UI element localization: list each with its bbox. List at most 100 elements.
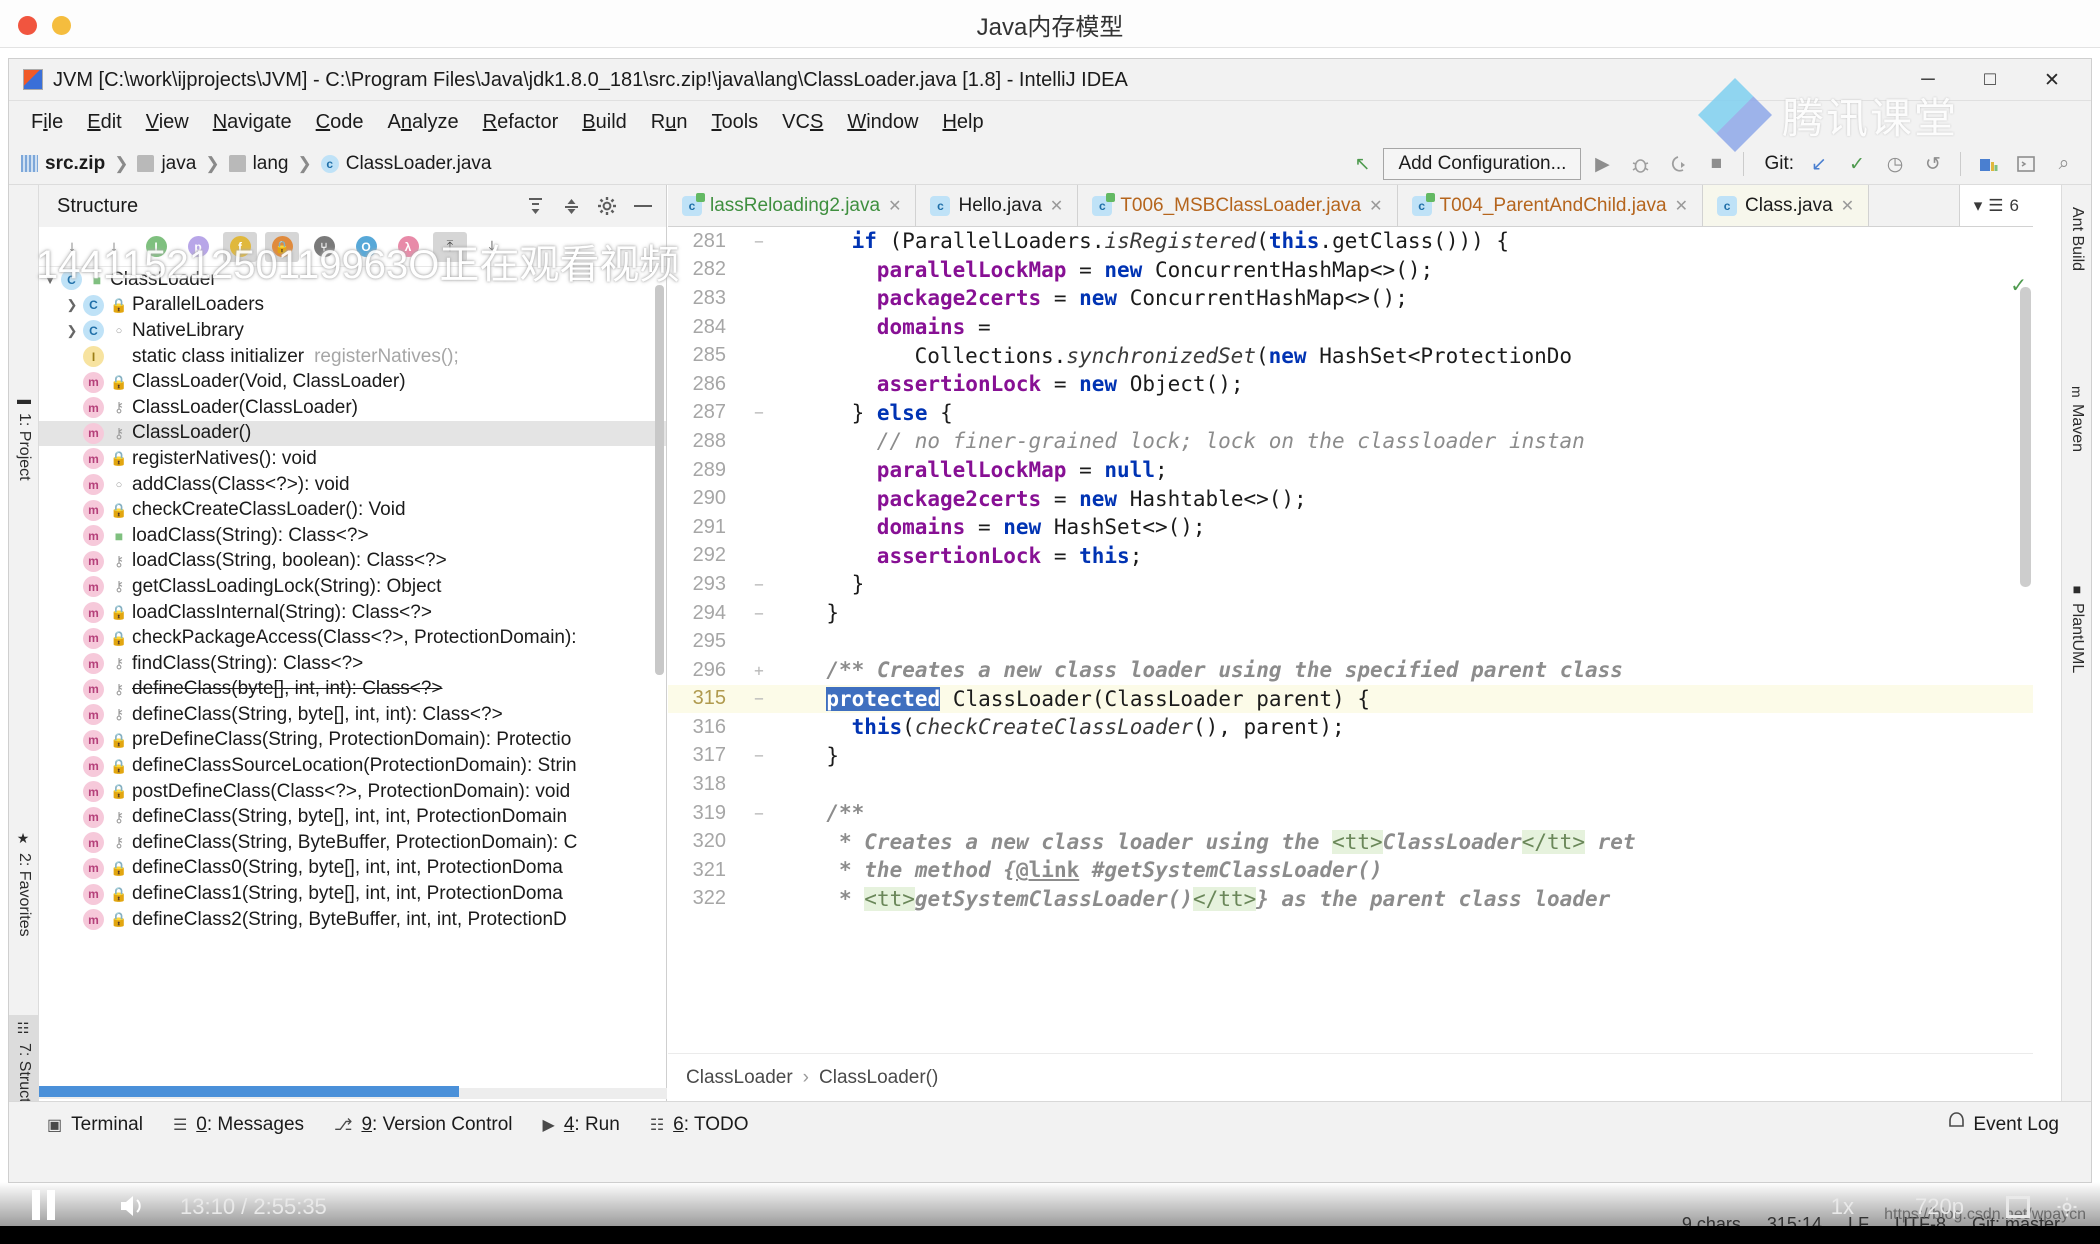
tool-window-button-6--todo[interactable]: ☷ 6: TODO (650, 1114, 749, 1136)
sort-alphabetically-icon[interactable]: ↓ (97, 232, 131, 262)
structure-tree-node[interactable]: m 🔒 preDefineClass(String, ProtectionDomai… (39, 728, 666, 754)
rail-button-1--project[interactable]: ▬ 1: Project (9, 385, 39, 487)
close-icon[interactable]: ✕ (1675, 196, 1688, 216)
search-icon[interactable]: ⌕ (2047, 147, 2081, 181)
menu-item-file[interactable]: File (19, 107, 75, 138)
git-commit-icon[interactable]: ✓ (1840, 147, 1874, 181)
sort-by-visibility-icon[interactable]: ↓ (55, 232, 89, 262)
fold-toggle-icon[interactable]: − (742, 689, 776, 708)
code-line[interactable]: 294−} (668, 599, 2033, 628)
video-quality[interactable]: 720p (1915, 1194, 1964, 1220)
fold-toggle-icon[interactable]: − (742, 575, 776, 594)
tool-window-button-4--run[interactable]: ▶ 4: Run (543, 1114, 620, 1136)
editor-tab-t006-msbclassloader-java[interactable]: c T006_MSBClassLoader.java ✕ (1078, 185, 1398, 226)
add-configuration-button[interactable]: Add Configuration... (1383, 148, 1582, 180)
stop-icon[interactable]: ■ (1699, 147, 1733, 181)
fold-toggle-icon[interactable]: − (742, 403, 776, 422)
code-line[interactable]: 315− protected ClassLoader(ClassLoader pa… (668, 684, 2033, 714)
rail-button-maven[interactable]: m Maven (2062, 380, 2091, 458)
git-rollback-icon[interactable]: ↺ (1916, 147, 1950, 181)
chevron-down-icon[interactable]: ▾ (1974, 196, 1983, 216)
structure-vertical-scrollbar[interactable] (655, 285, 664, 675)
tab-list-icon[interactable]: ☰ (1988, 196, 2003, 216)
autoscroll-from-source-icon[interactable]: ⤓ (475, 232, 509, 262)
structure-tree-node[interactable]: m 🔒 defineClass1(String, byte[], int, int,… (39, 881, 666, 907)
editor-scrollbar[interactable] (2020, 287, 2031, 587)
show-properties-icon[interactable]: p (181, 232, 215, 262)
structure-tree-node[interactable]: m 🔒 ClassLoader(Void, ClassLoader) (39, 369, 666, 395)
code-line[interactable]: 282 parallelLockMap = new ConcurrentHashM… (668, 256, 2033, 285)
show-non-public-icon[interactable]: 🔒 (265, 231, 299, 262)
menu-item-view[interactable]: View (134, 107, 201, 138)
editor-tab-class-java[interactable]: c Class.java ✕ (1703, 185, 1870, 226)
editor-breadcrumb-item[interactable]: ClassLoader (686, 1067, 793, 1089)
show-lambdas-icon[interactable]: λ (391, 232, 425, 262)
code-editor[interactable]: 281− if (ParallelLoaders.isRegistered(thi… (668, 227, 2033, 1053)
code-line[interactable]: 291 domains = new HashSet<>(); (668, 513, 2033, 542)
structure-horizontal-scrollbar[interactable] (39, 1086, 459, 1097)
menu-item-tools[interactable]: Tools (699, 107, 770, 138)
breadcrumb-item-lang[interactable]: lang (228, 153, 288, 175)
menu-item-help[interactable]: Help (930, 107, 995, 138)
breadcrumb-item-src-zip[interactable]: src.zip (21, 153, 105, 175)
code-line[interactable]: 322 * <tt>getSystemClassLoader()</tt>} as… (668, 885, 2033, 914)
structure-tree-node[interactable]: m ⚷ ClassLoader(ClassLoader) (39, 395, 666, 421)
code-line[interactable]: 319− /** (668, 799, 2033, 828)
close-icon[interactable]: ✕ (1369, 196, 1382, 216)
menu-item-window[interactable]: Window (835, 107, 930, 138)
code-line[interactable]: 284 domains = (668, 313, 2033, 342)
menu-item-edit[interactable]: Edit (75, 107, 133, 138)
hide-panel-icon[interactable] (630, 193, 656, 219)
gear-icon[interactable] (594, 193, 620, 219)
rail-button-2--favorites[interactable]: ★ 2: Favorites (9, 825, 39, 943)
structure-tree-node[interactable]: m 🔒 defineClass0(String, byte[], int, int,… (39, 856, 666, 882)
code-line[interactable]: 317−} (668, 742, 2033, 771)
code-line[interactable]: 290 package2certs = new Hashtable<>(); (668, 484, 2033, 513)
tool-window-button-9--version-control[interactable]: ⎇ 9: Version Control (334, 1114, 512, 1136)
rail-button-plantuml[interactable]: ■ PlantUML (2062, 575, 2091, 679)
structure-tree-node[interactable]: m 🔒 checkPackageAccess(Class<?>, Protectio… (39, 625, 666, 651)
fold-toggle-icon[interactable]: − (742, 604, 776, 623)
back-arrow-icon[interactable]: ↖ (1345, 147, 1379, 181)
structure-tree-node[interactable]: m 🔒 defineClass2(String, ByteBuffer, int, … (39, 907, 666, 933)
menu-item-code[interactable]: Code (304, 107, 376, 138)
code-line[interactable]: 316 this(checkCreateClassLoader(), parent… (668, 713, 2033, 742)
structure-tree-node[interactable]: m ⚷ ClassLoader() (39, 420, 666, 447)
show-anonymous-icon[interactable]: ⑂ (307, 232, 341, 262)
menu-item-refactor[interactable]: Refactor (471, 107, 571, 138)
maven-projects-icon[interactable] (1971, 147, 2005, 181)
pause-button[interactable] (32, 1190, 58, 1220)
menu-item-vcs[interactable]: VCS (770, 107, 835, 138)
code-line[interactable]: 292 assertionLock = this; (668, 542, 2033, 571)
editor-tab-lassreloading2-java[interactable]: c lassReloading2.java ✕ (668, 185, 917, 226)
collapse-all-icon[interactable] (558, 193, 584, 219)
structure-tree-node[interactable]: ❯ C 🔒 ParallelLoaders (39, 293, 666, 319)
menu-item-navigate[interactable]: Navigate (201, 107, 304, 138)
structure-tree-node[interactable]: m 🔒 loadClassInternal(String): Class<?> (39, 600, 666, 626)
close-icon[interactable]: ✕ (1050, 196, 1063, 216)
structure-tree-node[interactable]: m 🔒 defineClassSourceLocation(ProtectionDo… (39, 753, 666, 779)
structure-horizontal-scrollbar-track[interactable] (39, 1086, 667, 1099)
settings-icon[interactable] (2056, 1196, 2078, 1224)
structure-tree-node[interactable]: m ■ loadClass(String): Class<?> (39, 523, 666, 549)
structure-tree-node[interactable]: m 🔒 registerNatives(): void (39, 446, 666, 472)
chevron-right-icon[interactable]: ❯ (61, 323, 83, 339)
code-line[interactable]: 281− if (ParallelLoaders.isRegistered(thi… (668, 227, 2033, 256)
menu-item-analyze[interactable]: Analyze (376, 107, 471, 138)
structure-tree-node[interactable]: m 🔒 checkCreateClassLoader(): Void (39, 497, 666, 523)
menu-item-build[interactable]: Build (570, 107, 638, 138)
structure-tree-node[interactable]: m ⚷ getClassLoadingLock(String): Object (39, 574, 666, 600)
structure-tree[interactable]: ▼ C ■ ClassLoader ❯ C 🔒 ParallelLoaders ❯ C ○ Nativ… (39, 267, 666, 1079)
code-line[interactable]: 318 (668, 770, 2033, 799)
code-line[interactable]: 287−} else { (668, 399, 2033, 428)
breadcrumb-item-classloader-java[interactable]: c ClassLoader.java (320, 153, 492, 175)
structure-tree-node[interactable]: Istatic class initializer registerNatives… (39, 344, 666, 370)
rail-button-ant-build[interactable]: Ant Build (2062, 195, 2091, 277)
tool-window-button-terminal[interactable]: ▣ Terminal (47, 1114, 143, 1136)
code-line[interactable]: 320 * Creates a new class loader using th… (668, 827, 2033, 856)
code-line[interactable]: 295 (668, 627, 2033, 656)
fullscreen-button[interactable] (2006, 1196, 2030, 1218)
window-minimize-button[interactable]: ─ (1897, 59, 1959, 101)
code-line[interactable]: 288 // no finer-grained lock; lock on the… (668, 427, 2033, 456)
breadcrumb-item-java[interactable]: java (137, 153, 196, 175)
